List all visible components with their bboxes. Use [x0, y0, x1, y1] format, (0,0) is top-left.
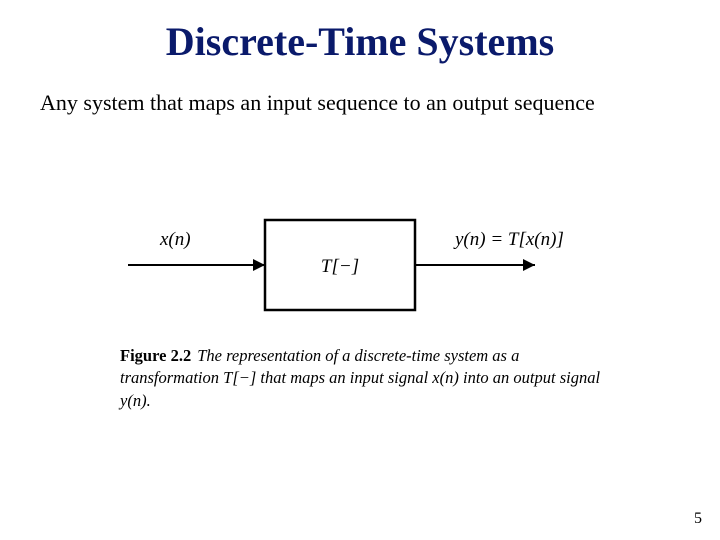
slide-subtitle: Any system that maps an input sequence t… — [40, 90, 680, 116]
block-diagram-figure: T[−] x(n) y(n) = T[x(n)] Figure 2.2The r… — [120, 190, 610, 390]
output-label: y(n) = T[x(n)] — [453, 229, 564, 250]
input-label: x(n) — [159, 229, 191, 250]
caption-leadin: Figure 2.2 — [120, 346, 191, 365]
figure-caption: Figure 2.2The representation of a discre… — [120, 345, 610, 412]
caption-text: The representation of a discrete-time sy… — [120, 346, 600, 410]
slide: Discrete-Time Systems Any system that ma… — [0, 0, 720, 540]
page-title: Discrete-Time Systems — [0, 18, 720, 65]
page-number: 5 — [694, 510, 702, 528]
block-label: T[−] — [321, 256, 359, 277]
block-diagram-svg: T[−] x(n) y(n) = T[x(n)] — [120, 190, 610, 340]
